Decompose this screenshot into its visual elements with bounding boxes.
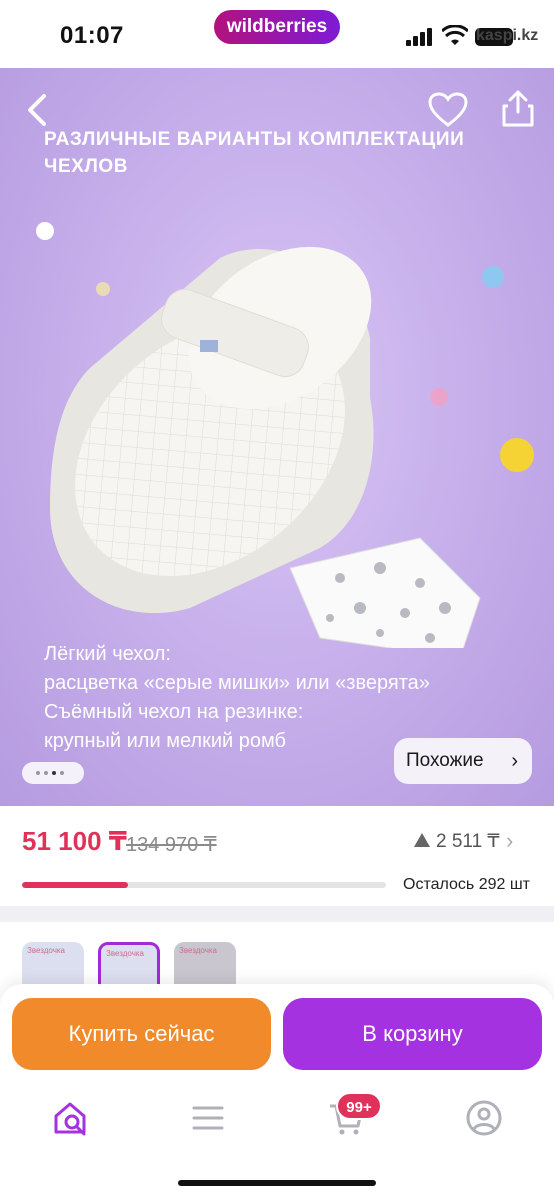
- current-price: 51 100 ₸: [22, 826, 127, 856]
- buy-now-button[interactable]: Купить сейчас: [12, 998, 271, 1070]
- share-icon[interactable]: [500, 88, 536, 128]
- caption-line: расцветка «серые мишки» или «зверята»: [44, 672, 430, 694]
- caption-line: Лёгкий чехол:: [44, 643, 171, 665]
- stock-progress-fill: [22, 882, 128, 888]
- home-search-icon[interactable]: [52, 1098, 92, 1138]
- back-arrow-icon[interactable]: [20, 90, 56, 130]
- bottom-action-sheet: Купить сейчас В корзину 99+: [0, 984, 554, 1200]
- pager-dot: [60, 771, 64, 775]
- similar-label: Похожие: [406, 750, 484, 771]
- wifi-icon: [442, 25, 468, 45]
- status-bar: 01:07 wildberries kaspi.kz: [0, 0, 554, 68]
- price-drop[interactable]: 2 511 ₸: [414, 830, 500, 853]
- home-indicator: [178, 1180, 376, 1186]
- add-to-cart-button[interactable]: В корзину: [283, 998, 542, 1070]
- chevron-right-icon: ›: [511, 750, 518, 772]
- pager-dot-active: [52, 771, 56, 775]
- old-price: 134 970 ₸: [126, 834, 217, 856]
- price-drop-value: 2 511 ₸: [436, 831, 500, 852]
- gallery-pager[interactable]: [22, 762, 84, 784]
- wildberries-badge[interactable]: wildberries: [214, 10, 340, 44]
- price-section: 51 100 ₸ 134 970 ₸ 2 511 ₸ › Осталось 29…: [0, 806, 554, 906]
- stock-progress-bar: [22, 882, 386, 888]
- caption-line: Съёмный чехол на резинке:: [44, 701, 304, 723]
- thumbnail-logo-text: Звездочка: [27, 946, 65, 955]
- similar-button[interactable]: Похожие ›: [394, 738, 532, 784]
- pager-dot: [44, 771, 48, 775]
- cellular-signal-icon: [406, 28, 434, 46]
- profile-icon[interactable]: [464, 1098, 504, 1138]
- cart-count-badge: 99+: [336, 1092, 382, 1120]
- baby-cocoon-mattress-image: [50, 246, 481, 648]
- section-divider: [0, 906, 554, 922]
- pager-dot: [36, 771, 40, 775]
- hero-header-text: РАЗЛИЧНЫЕ ВАРИАНТЫ КОМПЛЕКТАЦИИ ЧЕХЛОВ: [44, 129, 465, 177]
- thumbnail-logo-text: Звездочка: [179, 946, 217, 955]
- thumbnail-logo-text: Звездочка: [106, 949, 144, 958]
- status-time: 01:07: [60, 22, 124, 49]
- product-screen: 01:07 wildberries kaspi.kz РАЗЛИЧНЫЕ ВАР…: [0, 0, 554, 1200]
- watermark-text: kaspi.kz: [476, 27, 539, 44]
- stock-remaining: Осталось 292 шт: [403, 876, 530, 893]
- menu-icon[interactable]: [188, 1098, 228, 1138]
- heart-icon[interactable]: [428, 92, 468, 128]
- product-image-gallery[interactable]: РАЗЛИЧНЫЕ ВАРИАНТЫ КОМПЛЕКТАЦИИ ЧЕХЛОВ Л…: [0, 68, 554, 806]
- triangle-icon: [414, 833, 430, 847]
- chevron-right-icon[interactable]: ›: [506, 828, 513, 854]
